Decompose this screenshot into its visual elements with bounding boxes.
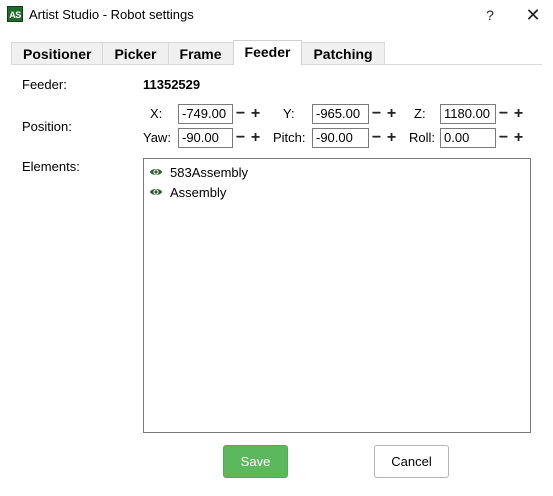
- pitch-label: Pitch:: [273, 130, 306, 145]
- x-spinbox: -749.00 − +: [178, 104, 263, 124]
- y-decrement-button[interactable]: −: [369, 104, 384, 124]
- element-label: Assembly: [170, 184, 227, 200]
- roll-decrement-button[interactable]: −: [496, 128, 511, 148]
- x-label: X:: [150, 106, 163, 121]
- y-input[interactable]: -965.00: [312, 104, 369, 124]
- cancel-button[interactable]: Cancel: [374, 445, 449, 478]
- elements-list[interactable]: 583Assembly Assembly: [143, 158, 531, 433]
- pitch-input[interactable]: -90.00: [312, 128, 369, 148]
- tab-patching[interactable]: Patching: [301, 42, 385, 65]
- x-increment-button[interactable]: +: [248, 104, 263, 124]
- eye-icon[interactable]: [149, 185, 163, 199]
- position-label: Position:: [22, 119, 72, 134]
- list-item[interactable]: 583Assembly: [149, 163, 248, 181]
- yaw-spinbox: -90.00 − +: [178, 128, 263, 148]
- app-logo-icon: AS: [7, 6, 23, 22]
- element-label: 583Assembly: [170, 164, 249, 180]
- x-input[interactable]: -749.00: [178, 104, 233, 124]
- help-button[interactable]: ?: [478, 4, 502, 26]
- save-button[interactable]: Save: [223, 445, 288, 478]
- yaw-input[interactable]: -90.00: [178, 128, 233, 148]
- title-bar: AS Artist Studio - Robot settings ? ✕: [0, 0, 553, 30]
- y-spinbox: -965.00 − +: [312, 104, 399, 124]
- feeder-label: Feeder:: [22, 77, 67, 92]
- feeder-value: 11352529: [143, 77, 201, 92]
- pitch-decrement-button[interactable]: −: [369, 128, 384, 148]
- tab-picker[interactable]: Picker: [102, 42, 169, 65]
- list-item[interactable]: Assembly: [149, 183, 226, 201]
- y-label: Y:: [283, 106, 295, 121]
- elements-label: Elements:: [22, 159, 80, 174]
- yaw-label: Yaw:: [143, 130, 171, 145]
- roll-increment-button[interactable]: +: [511, 128, 526, 148]
- close-button[interactable]: ✕: [519, 4, 547, 26]
- eye-icon[interactable]: [149, 165, 163, 179]
- z-decrement-button[interactable]: −: [496, 104, 511, 124]
- window-title: Artist Studio - Robot settings: [29, 7, 194, 22]
- roll-label: Roll:: [409, 130, 436, 145]
- tab-feeder[interactable]: Feeder: [232, 40, 303, 65]
- x-decrement-button[interactable]: −: [233, 104, 248, 124]
- roll-spinbox: 0.00 − +: [440, 128, 526, 148]
- z-input[interactable]: 1180.00: [440, 104, 496, 124]
- z-spinbox: 1180.00 − +: [440, 104, 526, 124]
- tab-bar: Positioner Picker Frame Feeder Patching: [11, 40, 385, 65]
- pitch-increment-button[interactable]: +: [384, 128, 399, 148]
- roll-input[interactable]: 0.00: [440, 128, 496, 148]
- yaw-decrement-button[interactable]: −: [233, 128, 248, 148]
- z-label: Z:: [414, 106, 426, 121]
- tab-positioner[interactable]: Positioner: [11, 42, 104, 65]
- yaw-increment-button[interactable]: +: [248, 128, 263, 148]
- tab-frame[interactable]: Frame: [167, 42, 234, 65]
- y-increment-button[interactable]: +: [384, 104, 399, 124]
- pitch-spinbox: -90.00 − +: [312, 128, 399, 148]
- z-increment-button[interactable]: +: [511, 104, 526, 124]
